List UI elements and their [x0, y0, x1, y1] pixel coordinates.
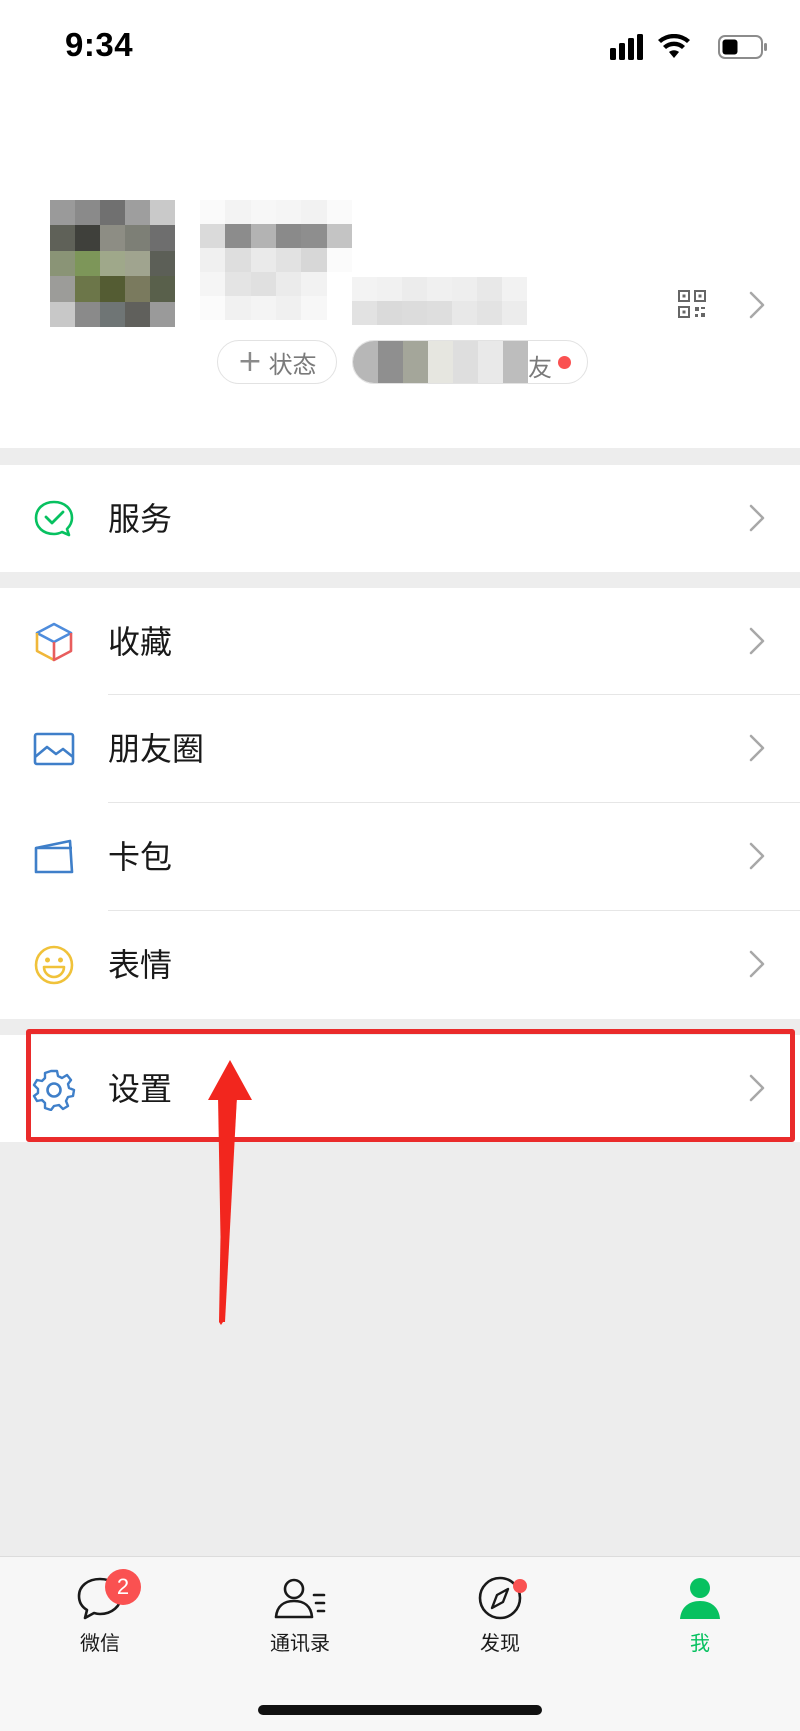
home-indicator[interactable]	[258, 1705, 542, 1715]
menu-item-label: 服务	[108, 500, 173, 538]
battery-icon	[718, 35, 767, 59]
menu-item-moments[interactable]: 朋友圈	[0, 695, 800, 803]
menu-group-main: 收藏 朋友圈 卡包 表情	[0, 588, 800, 1019]
menu-group-services: 服务	[0, 465, 800, 572]
chevron-right-icon	[749, 950, 765, 978]
menu-item-label: 朋友圈	[108, 730, 205, 768]
status-button-label: 状态	[268, 350, 317, 379]
menu-item-cards[interactable]: 卡包	[0, 803, 800, 911]
menu-item-services[interactable]: 服务	[0, 465, 800, 572]
menu-item-favorites[interactable]: 收藏	[0, 588, 800, 695]
chevron-right-icon	[749, 734, 765, 762]
menu-item-stickers[interactable]: 表情	[0, 911, 800, 1019]
menu-item-label: 卡包	[108, 838, 173, 876]
tab-label: 我	[690, 1631, 710, 1655]
cellular-signal-icon	[610, 34, 643, 60]
qr-code-icon[interactable]	[678, 290, 706, 318]
tab-discover[interactable]: 发现	[400, 1575, 600, 1665]
notification-dot	[513, 1579, 527, 1593]
friend-chip-text: 友	[528, 354, 552, 382]
wechat-pay-check-icon	[34, 500, 74, 537]
tab-label: 发现	[480, 1631, 520, 1655]
tab-me[interactable]: 我	[600, 1575, 800, 1665]
contacts-icon	[274, 1578, 326, 1619]
status-bar: 9:34	[0, 0, 800, 95]
notification-dot	[558, 356, 571, 369]
tab-label: 通讯录	[270, 1631, 330, 1655]
tab-contacts[interactable]: 通讯录	[200, 1575, 400, 1665]
chevron-right-icon	[749, 627, 765, 655]
profile-header[interactable]: + 状态 友	[0, 95, 800, 448]
chevron-right-icon	[749, 842, 765, 870]
tab-label: 微信	[80, 1631, 120, 1655]
menu-item-label: 收藏	[108, 623, 173, 661]
smiley-icon	[34, 945, 74, 985]
landscape-picture-icon	[33, 732, 75, 766]
status-time: 9:34	[65, 26, 134, 63]
tab-chats[interactable]: 2 微信	[0, 1569, 200, 1665]
menu-item-label: 表情	[108, 946, 173, 984]
chevron-right-icon	[749, 291, 765, 319]
wifi-icon	[658, 34, 690, 58]
friend-status-chip[interactable]: 友	[352, 340, 588, 384]
unread-badge: 2	[105, 1569, 141, 1605]
card-wallet-icon	[34, 839, 74, 874]
cube-icon	[35, 622, 73, 662]
nickname-blurred	[200, 200, 352, 320]
annotation-highlight-box	[26, 1029, 795, 1142]
add-status-button[interactable]: + 状态	[217, 340, 337, 384]
annotation-arrow-icon	[208, 1060, 252, 1325]
person-icon	[680, 1578, 720, 1619]
wechat-id-blurred	[352, 277, 527, 325]
avatar[interactable]	[50, 200, 175, 327]
friend-chip-blurred	[353, 341, 528, 383]
plus-icon: +	[237, 344, 263, 379]
chevron-right-icon	[749, 504, 765, 532]
